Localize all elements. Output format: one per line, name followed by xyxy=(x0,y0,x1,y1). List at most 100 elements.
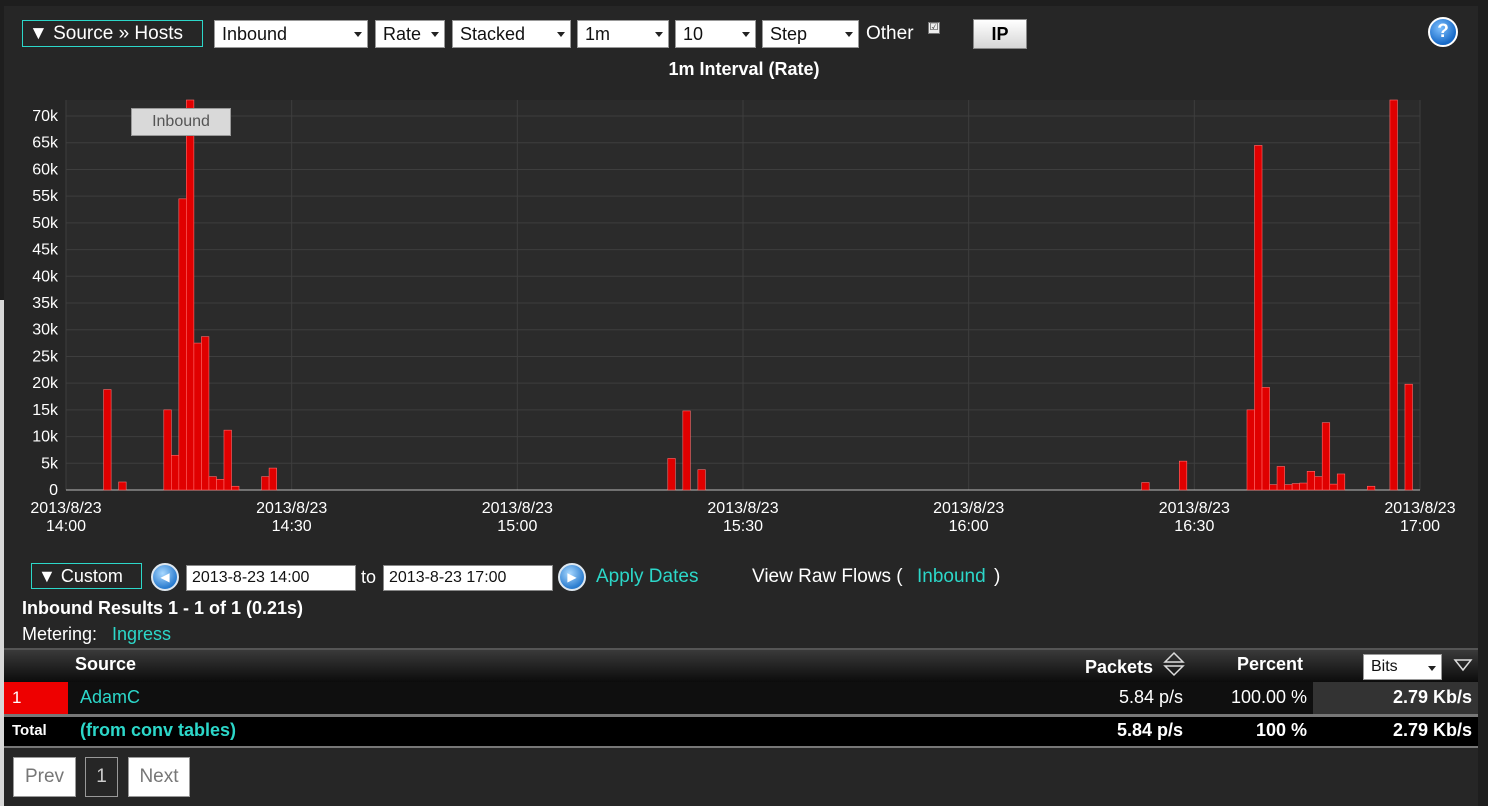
bar xyxy=(163,409,172,491)
x-tick-time: 15:30 xyxy=(723,518,763,535)
range-toggle[interactable]: ▼ Custom xyxy=(31,563,142,589)
row-rank: 1 xyxy=(12,688,22,707)
row-percent: 100.00 % xyxy=(1230,687,1307,707)
y-tick-label: 45k xyxy=(32,242,59,259)
chevron-down-icon xyxy=(655,32,663,37)
chevron-down-icon xyxy=(845,32,853,37)
graph-type-select[interactable]: Stacked xyxy=(452,20,571,48)
bar xyxy=(1329,483,1338,491)
metric-select[interactable]: Rate xyxy=(375,20,445,48)
y-tick-label: 40k xyxy=(32,268,59,285)
bar xyxy=(261,476,270,491)
x-tick-date: 2013/8/23 xyxy=(933,500,1004,517)
next-range-icon[interactable]: ▶ xyxy=(558,563,586,591)
total-percent: 100 % xyxy=(1255,720,1307,740)
graph-type-value: Stacked xyxy=(460,23,526,44)
y-tick-label: 25k xyxy=(32,348,59,365)
units-select[interactable]: Bits xyxy=(1363,654,1442,680)
y-tick-label: 0 xyxy=(49,482,58,499)
bar xyxy=(682,410,691,491)
bar xyxy=(231,485,240,491)
bar xyxy=(178,198,187,491)
chart-title: 1m Interval (Rate) xyxy=(668,59,820,79)
line-style-select[interactable]: Step xyxy=(762,20,859,48)
y-tick-label: 5k xyxy=(41,455,59,472)
report-toggle[interactable]: ▼ Source » Hosts xyxy=(22,20,203,47)
row-bits: 2.79 Kb/s xyxy=(1392,687,1472,707)
bar xyxy=(1299,482,1308,491)
apply-dates-link[interactable]: Apply Dates xyxy=(596,566,698,588)
other-checkbox[interactable]: ☑ xyxy=(928,22,940,34)
line-style-value: Step xyxy=(770,23,808,44)
metering-link[interactable]: Ingress xyxy=(112,624,171,645)
y-tick-label: 20k xyxy=(32,375,59,392)
metric-value: Rate xyxy=(383,23,422,44)
y-tick-label: 70k xyxy=(32,108,59,125)
bar xyxy=(1306,471,1315,491)
results-summary: Inbound Results 1 - 1 of 1 (0.21s) xyxy=(22,598,304,618)
y-tick-label: 30k xyxy=(32,322,59,339)
y-tick-label: 50k xyxy=(32,215,59,232)
other-label: Other xyxy=(866,23,914,44)
x-tick-date: 2013/8/23 xyxy=(30,500,101,517)
x-tick-time: 16:30 xyxy=(1174,518,1214,535)
bar xyxy=(1404,383,1413,491)
y-tick-label: 55k xyxy=(32,188,59,205)
bar xyxy=(208,476,217,491)
row-packets: 5.84 p/s xyxy=(1118,687,1183,707)
bar xyxy=(1254,145,1263,491)
percent-header: Percent xyxy=(1237,654,1304,674)
interval-select[interactable]: 1m xyxy=(577,20,669,48)
bar xyxy=(1314,476,1323,491)
x-tick-time: 15:00 xyxy=(497,518,537,535)
bar xyxy=(193,342,202,491)
bar xyxy=(1141,482,1150,491)
x-tick-time: 14:30 xyxy=(272,518,312,535)
raw-flows-link[interactable]: Inbound xyxy=(917,566,986,588)
bar xyxy=(1389,99,1398,491)
bar xyxy=(697,469,706,491)
bar xyxy=(1246,409,1255,491)
bar xyxy=(268,467,277,491)
bar xyxy=(1321,422,1331,491)
x-tick-date: 2013/8/23 xyxy=(1384,500,1455,517)
y-tick-label: 35k xyxy=(32,295,59,312)
x-tick-date: 2013/8/23 xyxy=(707,500,778,517)
source-header[interactable]: Source xyxy=(75,654,136,675)
bar xyxy=(1178,460,1188,491)
total-packets: 5.84 p/s xyxy=(1116,720,1183,740)
page-1-button[interactable]: 1 xyxy=(85,757,118,797)
bar xyxy=(118,481,127,491)
traffic-chart: 0 5k 10k 15k 20k 25k 30k 35k 40k 45k 50k 55k 60k 65k 7… xyxy=(30,99,1456,535)
packets-header[interactable]: Packets xyxy=(1085,657,1153,678)
prev-page-button[interactable]: Prev xyxy=(13,757,76,797)
bar xyxy=(171,454,180,491)
ip-button[interactable]: IP xyxy=(973,19,1027,49)
from-date-input[interactable]: 2013-8-23 14:00 xyxy=(186,565,356,591)
next-page-button[interactable]: Next xyxy=(128,757,190,797)
raw-flows-suffix: ) xyxy=(994,566,1001,587)
chevron-down-icon xyxy=(1428,666,1436,671)
prev-range-icon[interactable]: ◀ xyxy=(151,563,179,591)
collapse-icon[interactable] xyxy=(1453,658,1473,672)
bar xyxy=(1284,484,1293,491)
direction-value: Inbound xyxy=(222,23,288,44)
count-select[interactable]: 10 xyxy=(675,20,756,48)
metering-label: Metering: xyxy=(22,624,98,644)
chevron-down-icon xyxy=(557,32,565,37)
row-source-link[interactable]: AdamC xyxy=(80,687,140,708)
total-source: (from conv tables) xyxy=(80,720,237,740)
to-label: to xyxy=(361,567,377,587)
bar xyxy=(1291,483,1300,491)
y-tick-label: 15k xyxy=(32,402,59,419)
chevron-down-icon xyxy=(742,32,750,37)
count-value: 10 xyxy=(683,23,704,44)
help-icon[interactable]: ? xyxy=(1428,17,1458,47)
x-tick-date: 2013/8/23 xyxy=(1159,500,1230,517)
bar xyxy=(103,389,112,491)
x-tick-time: 17:00 xyxy=(1400,518,1440,535)
units-value: Bits xyxy=(1371,658,1398,675)
to-date-input[interactable]: 2013-8-23 17:00 xyxy=(383,565,553,591)
sort-icon[interactable] xyxy=(1163,651,1185,677)
direction-select[interactable]: Inbound xyxy=(214,20,368,48)
